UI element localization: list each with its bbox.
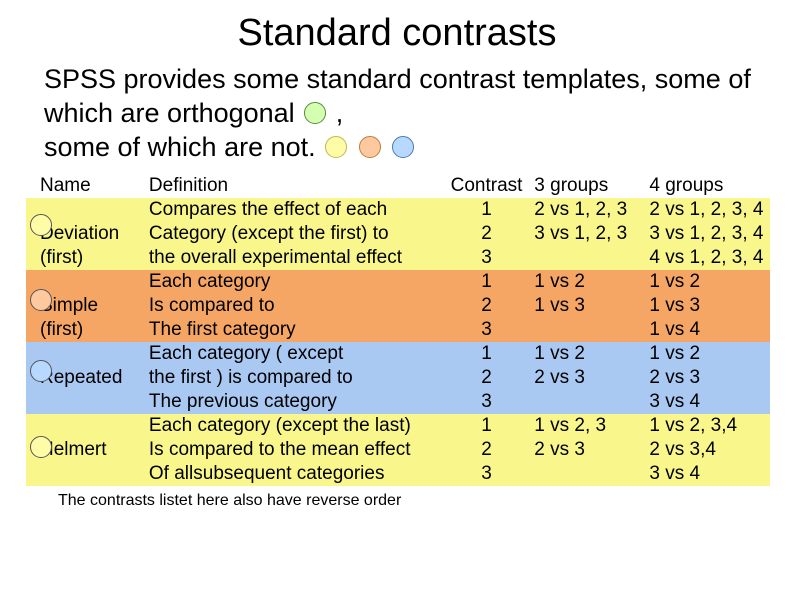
cell-def: Each category (except the last) <box>145 414 443 438</box>
cell-def: Of allsubsequent categories <box>145 462 443 486</box>
blue-circle-icon <box>392 136 414 158</box>
cell-3g: 1 vs 3 <box>530 294 645 318</box>
table-row: Deviation Category (except the first) to… <box>26 222 770 246</box>
cell-contrast: 2 <box>443 438 531 462</box>
cell-3g: 1 vs 2, 3 <box>530 414 645 438</box>
intro-text: SPSS provides some standard contrast tem… <box>0 59 794 168</box>
cell-3g: 2 vs 3 <box>530 366 645 390</box>
table-header-row: Name Definition Contrast 3 groups 4 grou… <box>26 174 770 198</box>
cell-4g: 1 vs 2, 3,4 <box>645 414 770 438</box>
cell-3g: 3 vs 1, 2, 3 <box>530 222 645 246</box>
cell-def: Compares the effect of each <box>145 198 443 222</box>
header-contrast: Contrast <box>443 174 531 198</box>
cell-4g: 2 vs 3,4 <box>645 438 770 462</box>
cell-4g: 2 vs 3 <box>645 366 770 390</box>
cell-4g: 3 vs 4 <box>645 390 770 414</box>
header-4groups: 4 groups <box>645 174 770 198</box>
table-row: Compares the effect of each 1 2 vs 1, 2,… <box>26 198 770 222</box>
cell-def: Each category <box>145 270 443 294</box>
cell-3g: 2 vs 3 <box>530 438 645 462</box>
cell-def: the overall experimental effect <box>145 246 443 270</box>
cell-contrast: 2 <box>443 366 531 390</box>
cell-4g: 3 vs 4 <box>645 462 770 486</box>
cell-3g <box>530 462 645 486</box>
cell-contrast: 3 <box>443 390 531 414</box>
table-row: Simple Is compared to 2 1 vs 3 1 vs 3 <box>26 294 770 318</box>
cell-def: The previous category <box>145 390 443 414</box>
cell-3g <box>530 318 645 342</box>
table-row: Repeated the first ) is compared to 2 2 … <box>26 366 770 390</box>
page-title: Standard contrasts <box>0 0 794 59</box>
cell-contrast: 1 <box>443 270 531 294</box>
cell-4g: 1 vs 2 <box>645 342 770 366</box>
table-row: Each category 1 1 vs 2 1 vs 2 <box>26 270 770 294</box>
cell-name: (first) <box>26 246 145 270</box>
contrast-table-wrap: Name Definition Contrast 3 groups 4 grou… <box>26 174 770 486</box>
orange-circle-icon <box>359 136 381 158</box>
cell-3g <box>530 246 645 270</box>
table-row: Each category ( except 1 1 vs 2 1 vs 2 <box>26 342 770 366</box>
table-row: (first) the overall experimental effect … <box>26 246 770 270</box>
cell-contrast: 3 <box>443 246 531 270</box>
header-3groups: 3 groups <box>530 174 645 198</box>
cell-4g: 1 vs 2 <box>645 270 770 294</box>
green-circle-icon <box>304 102 326 124</box>
contrast-table: Name Definition Contrast 3 groups 4 grou… <box>26 174 770 486</box>
cell-def: the first ) is compared to <box>145 366 443 390</box>
cell-contrast: 2 <box>443 294 531 318</box>
intro-part2: some of which are not. <box>44 132 323 162</box>
table-row: The previous category 3 3 vs 4 <box>26 390 770 414</box>
cell-4g: 1 vs 3 <box>645 294 770 318</box>
table-row: Each category (except the last) 1 1 vs 2… <box>26 414 770 438</box>
header-name: Name <box>26 174 145 198</box>
cell-def: The first category <box>145 318 443 342</box>
cell-3g: 1 vs 2 <box>530 270 645 294</box>
intro-part1: SPSS provides some standard contrast tem… <box>44 64 751 128</box>
cell-4g: 1 vs 4 <box>645 318 770 342</box>
cell-contrast: 1 <box>443 198 531 222</box>
table-row: (first) The first category 3 1 vs 4 <box>26 318 770 342</box>
cell-contrast: 3 <box>443 318 531 342</box>
cell-name <box>26 414 145 438</box>
cell-contrast: 1 <box>443 342 531 366</box>
cell-4g: 2 vs 1, 2, 3, 4 <box>645 198 770 222</box>
cell-def: Is compared to <box>145 294 443 318</box>
cell-4g: 3 vs 1, 2, 3, 4 <box>645 222 770 246</box>
cell-def: Is compared to the mean effect <box>145 438 443 462</box>
cell-name: (first) <box>26 318 145 342</box>
yellow-circle-icon <box>325 136 347 158</box>
table-row: Of allsubsequent categories 3 3 vs 4 <box>26 462 770 486</box>
intro-comma: , <box>336 98 344 128</box>
cell-contrast: 1 <box>443 414 531 438</box>
cell-contrast: 2 <box>443 222 531 246</box>
cell-name <box>26 462 145 486</box>
header-definition: Definition <box>145 174 443 198</box>
footnote: The contrasts listet here also have reve… <box>0 486 794 510</box>
cell-name <box>26 390 145 414</box>
cell-4g: 4 vs 1, 2, 3, 4 <box>645 246 770 270</box>
cell-3g: 2 vs 1, 2, 3 <box>530 198 645 222</box>
cell-3g <box>530 390 645 414</box>
cell-def: Each category ( except <box>145 342 443 366</box>
cell-def: Category (except the first) to <box>145 222 443 246</box>
cell-3g: 1 vs 2 <box>530 342 645 366</box>
table-row: Helmert Is compared to the mean effect 2… <box>26 438 770 462</box>
cell-contrast: 3 <box>443 462 531 486</box>
